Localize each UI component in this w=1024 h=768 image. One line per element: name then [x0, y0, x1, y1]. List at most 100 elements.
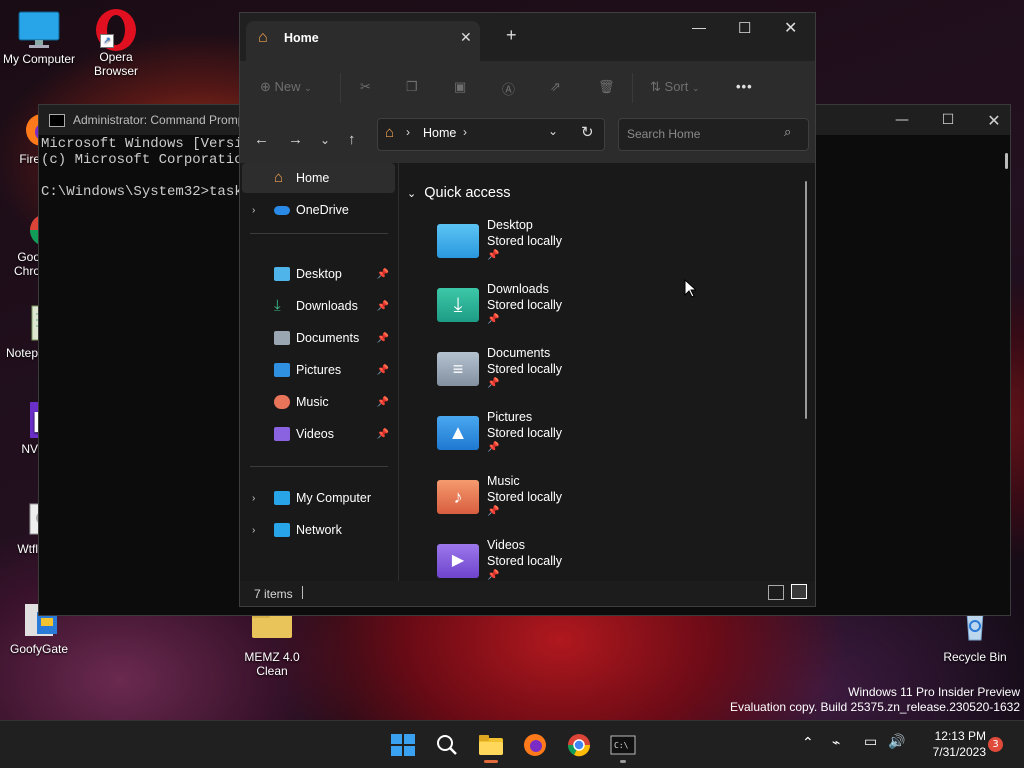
- sidebar-item-label: OneDrive: [296, 203, 349, 217]
- quick-access-item[interactable]: ♪ Music Stored locally 📌: [437, 474, 637, 532]
- chevron-right-icon[interactable]: ›: [252, 525, 255, 536]
- folder-icon: [479, 735, 503, 755]
- sidebar-divider: [250, 466, 388, 467]
- close-button[interactable]: ✕: [971, 105, 1017, 135]
- taskbar-chrome[interactable]: [566, 733, 592, 757]
- sidebar-item-label: Music: [296, 395, 329, 409]
- share-button[interactable]: ⇗: [550, 79, 561, 95]
- address-dropdown-button[interactable]: ⌄: [548, 124, 558, 138]
- sidebar-item-videos[interactable]: Videos 📌: [242, 419, 395, 449]
- back-button[interactable]: ←: [254, 131, 269, 148]
- desktop-icon-opera[interactable]: ↗ Opera Browser: [78, 8, 154, 78]
- display-icon[interactable]: ▭: [864, 734, 877, 750]
- pin-icon[interactable]: 📌: [377, 269, 389, 280]
- show-hidden-icons-button[interactable]: ⌃: [802, 735, 814, 751]
- home-icon: ⌂: [258, 29, 268, 46]
- desktop-icon-recycle-bin[interactable]: Recycle Bin: [937, 608, 1013, 664]
- firefox-icon: [524, 734, 546, 756]
- network-icon[interactable]: ⌁: [832, 735, 840, 751]
- sidebar-item-label: My Computer: [296, 491, 372, 505]
- sort-button[interactable]: ⇅ Sort ⌄: [650, 79, 700, 95]
- cmd-scrollbar[interactable]: [1005, 153, 1008, 169]
- sidebar-item-documents[interactable]: Documents 📌: [242, 323, 395, 353]
- new-button[interactable]: ⊕ New ⌄: [260, 79, 312, 95]
- pin-icon[interactable]: 📌: [377, 333, 389, 344]
- close-button[interactable]: ✕: [784, 18, 797, 38]
- taskbar-firefox[interactable]: [522, 733, 548, 757]
- music-folder-icon: ♪: [437, 480, 479, 514]
- chevron-right-icon[interactable]: ›: [252, 205, 255, 216]
- pin-icon[interactable]: 📌: [377, 397, 389, 408]
- more-options-button[interactable]: •••: [736, 79, 753, 94]
- rename-button[interactable]: Ⓐ: [502, 79, 515, 98]
- pin-icon[interactable]: 📌: [377, 429, 389, 440]
- address-bar[interactable]: ⌂ › Home › ⌄ ↻: [377, 118, 605, 151]
- home-icon: ⌂: [274, 169, 284, 186]
- copy-button[interactable]: ❐: [406, 79, 418, 95]
- svg-text:C:\: C:\: [614, 741, 629, 750]
- sidebar-item-desktop[interactable]: Desktop 📌: [242, 259, 395, 289]
- refresh-button[interactable]: ↻: [581, 123, 594, 141]
- documents-folder-icon: ≡: [437, 352, 479, 386]
- start-button[interactable]: [390, 733, 416, 757]
- taskbar: C:\ ⌃ ⌁ ▭ 🔊 12:13 PM 7/31/2023 3: [0, 720, 1024, 768]
- item-name: Documents: [487, 346, 551, 360]
- quick-access-item[interactable]: Desktop Stored locally 📌: [437, 218, 637, 276]
- cut-button[interactable]: ✂: [360, 79, 371, 95]
- tiles-view-button[interactable]: [791, 584, 807, 599]
- item-location: Stored locally: [487, 554, 563, 568]
- volume-icon[interactable]: 🔊: [888, 734, 905, 750]
- paste-button[interactable]: ▣: [454, 79, 466, 95]
- sidebar-item-music[interactable]: Music 📌: [242, 387, 395, 417]
- tab-home[interactable]: ⌂ Home ✕: [246, 21, 480, 61]
- taskbar-file-explorer[interactable]: [478, 733, 504, 763]
- item-location: Stored locally: [487, 234, 563, 248]
- sidebar-item-home[interactable]: ⌂ Home: [242, 163, 395, 193]
- sort-label: Sort: [664, 79, 689, 94]
- quick-access-item[interactable]: ▲ Pictures Stored locally 📌: [437, 410, 637, 468]
- quick-access-item[interactable]: ⤓ Downloads Stored locally 📌: [437, 282, 637, 340]
- breadcrumb-home[interactable]: Home: [423, 126, 456, 140]
- quick-access-header[interactable]: ⌄ Quick access: [407, 185, 510, 201]
- pin-icon[interactable]: 📌: [377, 301, 389, 312]
- forward-button[interactable]: →: [288, 131, 303, 148]
- desktop-icon-my-computer[interactable]: My Computer: [1, 10, 77, 66]
- windows-watermark: Windows 11 Pro Insider Preview Evaluatio…: [730, 685, 1020, 715]
- up-button[interactable]: ↑: [348, 131, 356, 148]
- sidebar-item-my-computer[interactable]: › My Computer: [242, 483, 395, 513]
- sort-icon: ⇅: [650, 79, 661, 94]
- maximize-button[interactable]: ☐: [738, 19, 751, 37]
- scissors-icon: ✂: [360, 79, 371, 94]
- desktop-icon-memz[interactable]: MEMZ 4.0 Clean: [234, 608, 310, 678]
- chevron-down-icon: ⌄: [320, 133, 331, 147]
- chevron-right-icon[interactable]: ›: [252, 493, 255, 504]
- sidebar-item-downloads[interactable]: ⤓ Downloads 📌: [242, 291, 395, 321]
- toolbar-divider: [632, 73, 633, 103]
- running-indicator: [620, 760, 626, 763]
- minimize-button[interactable]: —: [879, 105, 925, 135]
- search-box[interactable]: Search Home ⌕: [618, 118, 809, 151]
- sidebar-item-network[interactable]: › Network: [242, 515, 395, 545]
- file-explorer-window[interactable]: ⌂ Home ✕ + — ☐ ✕ ⊕ New ⌄ ✂ ❐ ▣ Ⓐ ⇗ 🗑 ⇅ S…: [239, 12, 816, 607]
- search-button[interactable]: [434, 733, 460, 757]
- details-view-button[interactable]: [768, 585, 784, 600]
- pin-icon[interactable]: 📌: [377, 365, 389, 376]
- minimize-button[interactable]: —: [692, 19, 706, 35]
- sidebar-item-pictures[interactable]: Pictures 📌: [242, 355, 395, 385]
- quick-access-item[interactable]: ≡ Documents Stored locally 📌: [437, 346, 637, 404]
- sidebar-item-label: Desktop: [296, 267, 342, 281]
- close-tab-button[interactable]: ✕: [460, 29, 472, 46]
- desktop-icon-label: GoofyGate: [9, 642, 69, 656]
- taskbar-command-prompt[interactable]: C:\: [610, 733, 636, 763]
- notification-badge[interactable]: 3: [988, 737, 1003, 752]
- pictures-folder-icon: ▲: [437, 416, 479, 450]
- recent-locations-button[interactable]: ⌄: [320, 133, 330, 147]
- new-tab-button[interactable]: +: [506, 25, 517, 46]
- search-input[interactable]: Search Home: [627, 127, 700, 141]
- maximize-button[interactable]: ☐: [925, 105, 971, 135]
- item-location: Stored locally: [487, 490, 563, 504]
- content-scrollbar[interactable]: [805, 181, 807, 419]
- clock[interactable]: 12:13 PM 7/31/2023: [912, 728, 986, 760]
- delete-button[interactable]: 🗑: [598, 79, 615, 95]
- sidebar-item-onedrive[interactable]: › OneDrive: [242, 195, 395, 225]
